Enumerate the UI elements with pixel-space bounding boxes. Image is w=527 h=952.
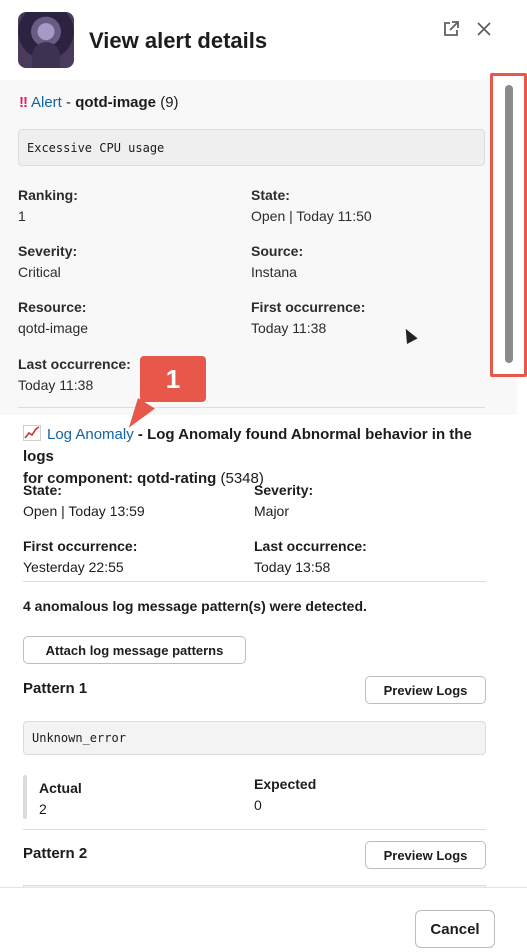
close-icon[interactable] [473,20,495,42]
preview-logs-button-2[interactable]: Preview Logs [365,841,486,869]
attach-patterns-button[interactable]: Attach log message patterns [23,636,246,664]
resource-value: qotd-image [18,320,89,336]
first-occurrence-value: Today 11:38 [251,320,327,336]
app-avatar [18,12,74,68]
section-divider [23,581,486,582]
cancel-button[interactable]: Cancel [415,910,495,948]
alert-count: (9) [160,94,179,111]
state-value: Open | Today 11:50 [251,208,372,224]
actual-label: Actual [39,780,82,796]
anomaly-last-label: Last occurrence: [254,538,367,554]
expected-label: Expected [254,776,317,792]
log-anomaly-link[interactable]: Log Anomaly [47,426,134,443]
section-divider [18,407,485,408]
anomaly-heading: Log Anomaly - Log Anomaly found Abnormal… [23,425,472,487]
expected-value: 0 [254,797,262,813]
alert-marker-icon: !! [19,94,28,111]
section-divider [23,829,486,830]
first-occurrence-label: First occurrence: [251,299,366,315]
preview-logs-button-1[interactable]: Preview Logs [365,676,486,704]
quote-bar [23,775,27,819]
anomaly-severity-value: Major [254,503,290,519]
callout-badge: 1 [140,356,206,402]
alert-heading: !! Alert - qotd-image (9) [19,94,179,111]
pattern-1-message: Unknown_error [23,721,486,755]
anomaly-severity-label: Severity: [254,482,314,498]
anomaly-last-value: Today 13:58 [254,559,331,575]
modal-header: View alert details [0,0,527,80]
source-label: Source: [251,243,304,259]
resource-label: Resource: [18,299,87,315]
ranking-label: Ranking: [18,187,78,203]
last-occurrence-value: Today 11:38 [18,377,94,393]
anomaly-first-value: Yesterday 22:55 [23,559,124,575]
last-occurrence-label: Last occurrence: [18,356,131,372]
scrollbar-thumb[interactable] [505,85,513,363]
scrollbar-highlight [490,73,527,377]
anomaly-state-value: Open | Today 13:59 [23,503,145,519]
patterns-summary: 4 anomalous log message pattern(s) were … [23,598,367,614]
alert-name: qotd-image [75,94,157,111]
modal-footer: Cancel [0,887,527,952]
alert-summary: Excessive CPU usage [18,129,485,166]
severity-label: Severity: [18,243,78,259]
alert-section: !! Alert - qotd-image (9) Excessive CPU u… [0,80,517,415]
line-chart-icon [23,425,41,441]
ranking-value: 1 [18,208,26,224]
external-link-icon[interactable] [440,20,462,42]
alert-link[interactable]: Alert [31,94,62,111]
anomaly-state-label: State: [23,482,62,498]
severity-value: Critical [18,264,61,280]
source-value: Instana [251,264,297,280]
state-label: State: [251,187,290,203]
anomaly-first-label: First occurrence: [23,538,138,554]
actual-value: 2 [39,801,47,817]
pattern-1-title: Pattern 1 [23,680,88,697]
modal-title: View alert details [89,28,268,53]
pattern-2-title: Pattern 2 [23,845,88,862]
